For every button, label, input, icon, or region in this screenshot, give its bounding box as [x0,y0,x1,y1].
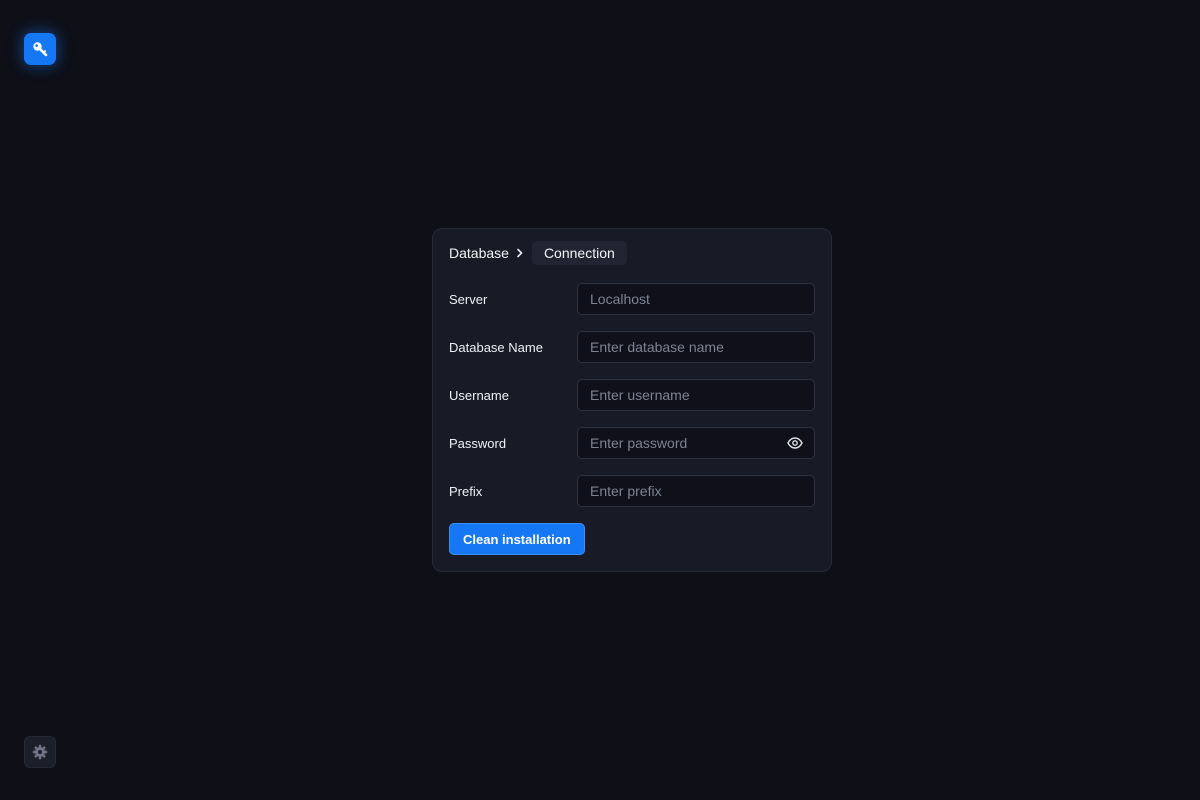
password-label: Password [449,435,507,451]
server-input[interactable] [578,284,814,314]
clean-installation-button[interactable]: Clean installation [449,523,585,555]
connection-card: Database Connection Server Database Name… [432,228,832,572]
password-field-wrapper [577,427,815,459]
username-row: Username [449,379,815,411]
username-input[interactable] [578,380,814,410]
password-input[interactable] [578,428,814,458]
database-name-input[interactable] [578,332,814,362]
database-name-row: Database Name [449,331,815,363]
prefix-row: Prefix [449,475,815,507]
breadcrumb: Database Connection [449,241,627,265]
database-name-label: Database Name [449,339,543,355]
prefix-field-wrapper [577,475,815,507]
server-label: Server [449,291,488,307]
breadcrumb-connection: Connection [531,241,627,265]
eye-icon[interactable] [786,435,804,451]
app-logo [24,33,56,65]
gear-icon [32,744,48,760]
key-icon [33,42,48,57]
username-field-wrapper [577,379,815,411]
database-name-field-wrapper [577,331,815,363]
prefix-label: Prefix [449,483,483,499]
breadcrumb-database[interactable]: Database [449,245,509,261]
server-field-wrapper [577,283,815,315]
chevron-right-icon [516,248,524,258]
username-label: Username [449,387,509,403]
settings-button[interactable] [24,736,56,768]
prefix-input[interactable] [578,476,814,506]
server-row: Server [449,283,815,315]
password-row: Password [449,427,815,459]
